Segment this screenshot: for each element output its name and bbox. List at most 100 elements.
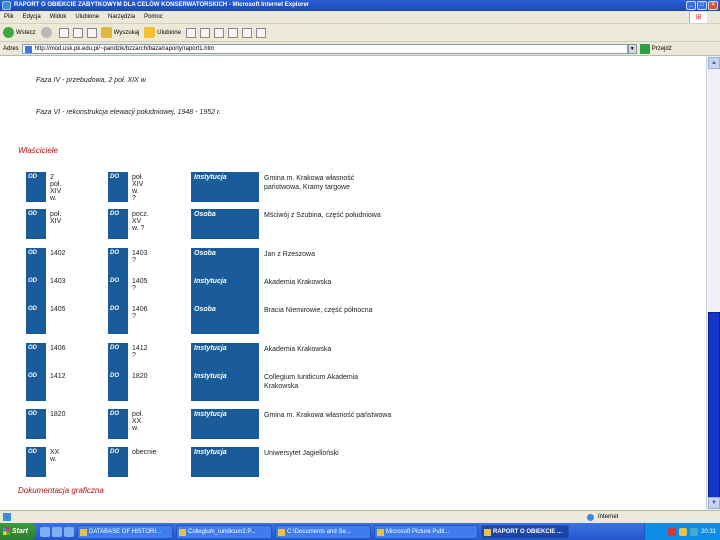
do-badge: DO: [108, 371, 128, 401]
do-badge: DO: [108, 248, 128, 278]
owner-type: Osoba: [191, 209, 259, 239]
windows-logo-icon: ⊞: [689, 12, 707, 23]
tray-volume-icon[interactable]: [689, 527, 698, 536]
ie-launch-icon[interactable]: [52, 526, 62, 537]
address-input[interactable]: http://mod.usk.pk.edu.pl/~pandzik/bzzarc…: [21, 43, 628, 54]
od-badge: OD: [26, 172, 46, 202]
tray-antivirus-icon[interactable]: [667, 527, 676, 536]
owners-section-title: Właściciele: [18, 146, 59, 155]
star-icon: [144, 27, 156, 38]
owner-from: 1412: [50, 373, 66, 380]
owner-name: Jan z Rzeszowa: [264, 251, 315, 258]
system-tray: 20:31: [644, 523, 720, 540]
vertical-scrollbar[interactable]: ▲ ▼: [706, 56, 720, 510]
od-badge: OD: [26, 409, 46, 439]
od-badge: OD: [26, 371, 46, 401]
back-button[interactable]: Wstecz: [3, 27, 36, 38]
do-badge: DO: [108, 304, 128, 334]
od-badge: OD: [26, 209, 46, 239]
toolbar: Wstecz Wyszukaj Ulubione: [0, 24, 720, 42]
owner-from: 1402: [50, 250, 66, 257]
page-icon: [24, 45, 32, 53]
taskbar-item[interactable]: Collegium_Iuridicum2.P...: [176, 524, 272, 539]
mail-icon[interactable]: [199, 27, 210, 38]
history-icon[interactable]: [185, 27, 196, 38]
owner-to: obecnie: [132, 449, 157, 456]
search-button[interactable]: Wyszukaj: [100, 27, 139, 38]
print-icon[interactable]: [213, 27, 224, 38]
tray-network-icon[interactable]: [678, 527, 687, 536]
search-icon: [100, 27, 112, 38]
menu-help[interactable]: Pomoc: [144, 11, 163, 23]
window-title: RAPORT O OBIEKCIE ZABYTKOWYM DLA CELÓW K…: [14, 2, 310, 8]
owner-name: Bracia Niemirowie, część północna: [264, 307, 373, 314]
owner-name: Mściwój z Szubina, część południowa: [264, 212, 381, 219]
owner-name: Gmina m. Krakowa własność państwowa, Kra…: [264, 175, 355, 191]
home-icon[interactable]: [86, 27, 97, 38]
owner-name: Uniwersytet Jagielloński: [264, 450, 339, 457]
window-controls: _ □ ×: [686, 1, 718, 10]
messenger-icon[interactable]: [255, 27, 266, 38]
owner-from: 2 poł. XIV w.: [50, 174, 62, 202]
scroll-up-icon[interactable]: ▲: [708, 57, 720, 69]
menu-tools[interactable]: Narzędzia: [108, 11, 135, 23]
taskbar-item[interactable]: C:\Documents and Se...: [275, 524, 371, 539]
do-badge: DO: [108, 409, 128, 439]
page-content: Faza IV - przebudowa, 2 poł. XIX w. Faza…: [0, 56, 706, 510]
go-label: Przejdź: [651, 45, 672, 52]
taskbar-item[interactable]: Microsoft Picture Publ...: [374, 524, 478, 539]
refresh-icon[interactable]: [72, 27, 83, 38]
owner-to: poł. XIV w. ?: [132, 174, 144, 202]
taskbar-item-active[interactable]: RAPORT O OBIEKCIE ...: [481, 524, 569, 539]
owner-from: 1403: [50, 278, 66, 285]
maximize-button[interactable]: □: [697, 1, 707, 10]
owner-from: 1406: [50, 345, 66, 352]
od-badge: OD: [26, 248, 46, 278]
start-button[interactable]: Start: [0, 523, 36, 540]
owner-type: Osoba: [191, 304, 259, 334]
do-badge: DO: [108, 447, 128, 477]
desktop-icon[interactable]: [40, 526, 50, 537]
owner-type: Instytucja: [191, 447, 259, 477]
owner-type: Instytucja: [191, 172, 259, 202]
menu-edit[interactable]: Edycja: [23, 11, 41, 23]
owner-from: 1820: [50, 411, 66, 418]
owner-type: Instytucja: [191, 343, 259, 373]
clock[interactable]: 20:31: [701, 529, 716, 535]
menu-view[interactable]: Widok: [50, 11, 67, 23]
close-button[interactable]: ×: [708, 1, 718, 10]
owner-from: poł. XIV: [50, 211, 62, 225]
favorites-button[interactable]: Ulubione: [144, 27, 181, 38]
page-status-icon: [3, 513, 11, 521]
od-badge: OD: [26, 447, 46, 477]
owner-to: 1403 ?: [132, 250, 148, 264]
scroll-down-icon[interactable]: ▼: [708, 497, 720, 509]
taskbar-item[interactable]: DATABASE OF HISTORI...: [77, 524, 173, 539]
go-button[interactable]: Przejdź: [639, 43, 672, 54]
menu-file[interactable]: Plik: [4, 11, 14, 23]
graphic-docs-section-title: Dokumentacja graficzna: [18, 486, 104, 495]
browser-window: RAPORT O OBIEKCIE ZABYTKOWYM DLA CELÓW K…: [0, 0, 720, 540]
status-bar: Internet: [0, 510, 720, 523]
security-zone: Internet: [587, 511, 618, 523]
owner-type: Instytucja: [191, 276, 259, 306]
address-url: http://mod.usk.pk.edu.pl/~pandzik/bzzarc…: [34, 45, 215, 52]
owner-to: pocz. XV w. ?: [132, 211, 149, 232]
scroll-thumb[interactable]: [708, 312, 720, 500]
title-bar[interactable]: RAPORT O OBIEKCIE ZABYTKOWYM DLA CELÓW K…: [0, 0, 720, 11]
forward-arrow-icon: [40, 27, 52, 38]
favorites-label: Ulubione: [157, 29, 181, 36]
address-dropdown-button[interactable]: ▼: [627, 43, 637, 54]
do-badge: DO: [108, 172, 128, 202]
stop-icon[interactable]: [58, 27, 69, 38]
discuss-icon[interactable]: [241, 27, 252, 38]
menu-favorites[interactable]: Ulubione: [75, 11, 99, 23]
media-icon[interactable]: [64, 526, 74, 537]
do-badge: DO: [108, 209, 128, 239]
minimize-button[interactable]: _: [686, 1, 696, 10]
edit-icon[interactable]: [227, 27, 238, 38]
owner-type: Instytucja: [191, 371, 259, 401]
menu-bar: Plik Edycja Widok Ulubione Narzędzia Pom…: [0, 11, 720, 24]
back-arrow-icon: [3, 27, 14, 38]
forward-button[interactable]: [40, 27, 54, 38]
